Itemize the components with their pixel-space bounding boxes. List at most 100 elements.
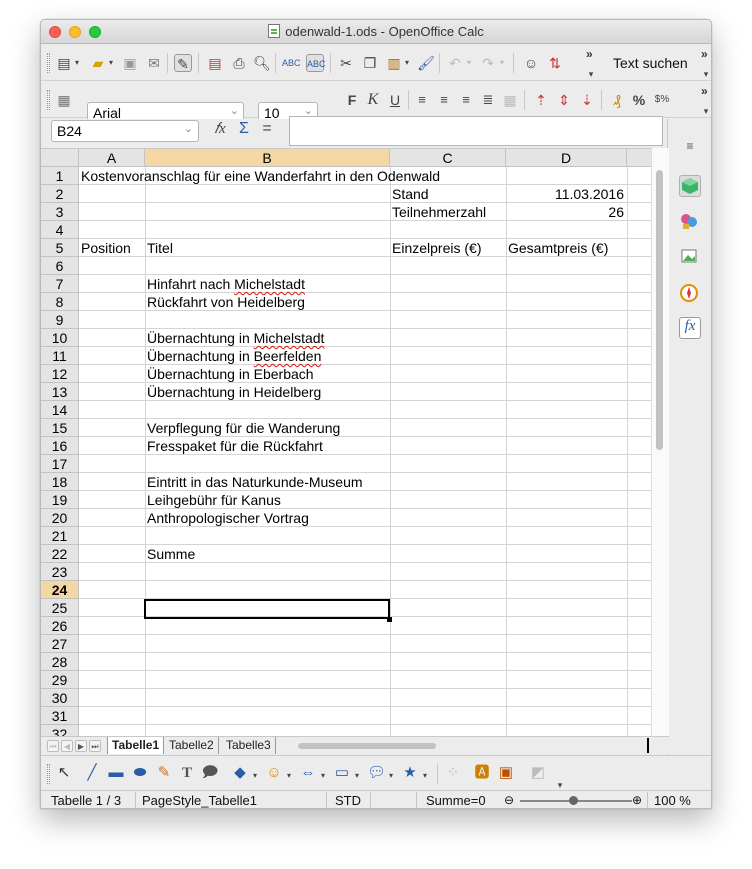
cell-b8[interactable]: Rückfahrt von Heidelberg xyxy=(146,293,305,311)
zoom-slider-thumb[interactable] xyxy=(569,796,578,805)
function-wizard-icon[interactable]: 𝑓x xyxy=(211,120,229,138)
align-left-icon[interactable]: ≡ xyxy=(413,91,431,109)
auto-spellcheck-icon[interactable]: ABC xyxy=(306,54,326,72)
sidebar-menu-icon[interactable]: ≡ xyxy=(679,139,701,161)
find-toolbar-chevron[interactable]: » xyxy=(701,47,708,61)
redo-dropdown-arrow[interactable]: ▾ xyxy=(498,57,506,69)
freeform-icon[interactable]: ✎ xyxy=(155,764,173,782)
number-format-icon[interactable]: $% xyxy=(653,91,671,109)
horizontal-scroll-thumb[interactable] xyxy=(298,743,436,749)
points-icon[interactable]: ⁘ xyxy=(444,764,462,782)
fill-handle[interactable] xyxy=(387,617,392,622)
merge-cells-icon[interactable]: ▦ xyxy=(501,91,519,109)
find-text-field[interactable]: Text suchen xyxy=(613,55,688,71)
gallery-icon[interactable] xyxy=(679,247,701,269)
horizontal-scrollbar[interactable] xyxy=(296,741,646,751)
cell-d2[interactable]: 11.03.2016 xyxy=(507,185,626,203)
zoom-in-icon[interactable]: ⊕ xyxy=(632,793,642,807)
more-tools-chevron[interactable]: » xyxy=(586,47,593,61)
bold-button[interactable]: F xyxy=(343,91,361,109)
properties-icon[interactable] xyxy=(679,175,701,197)
row-header[interactable]: 25 xyxy=(41,599,79,617)
format-toolbar-options-arrow[interactable]: ▾ xyxy=(697,102,711,120)
clone-formatting-icon[interactable]: 🖌︎ xyxy=(417,54,435,72)
cell-b11[interactable]: Übernachtung in Beerfelden xyxy=(146,347,321,365)
row-header[interactable]: 12 xyxy=(41,365,79,383)
sheet-tab-tabelle2[interactable]: Tabelle2 xyxy=(165,737,219,754)
cell-c3[interactable]: Teilnehmerzahl xyxy=(391,203,486,221)
copy-icon[interactable]: ❐ xyxy=(361,54,379,72)
toolbar-options-arrow[interactable]: ▾ xyxy=(582,65,600,83)
cell-b12[interactable]: Übernachtung in Eberbach xyxy=(146,365,314,383)
rectangle-icon[interactable]: ▬ xyxy=(107,764,125,782)
sum-icon[interactable]: Σ xyxy=(235,120,253,138)
cut-icon[interactable]: ✂ xyxy=(337,54,355,72)
formula-input[interactable] xyxy=(289,116,663,146)
row-header[interactable]: 19 xyxy=(41,491,79,509)
cell-b13[interactable]: Übernachtung in Heidelberg xyxy=(146,383,321,401)
block-arrows-dropdown-arrow[interactable]: ▾ xyxy=(319,770,327,782)
stars-dropdown-arrow[interactable]: ▾ xyxy=(421,770,429,782)
row-header[interactable]: 13 xyxy=(41,383,79,401)
row-header[interactable]: 3 xyxy=(41,203,79,221)
callout-icon[interactable]: 🗩︎ xyxy=(201,764,219,782)
previous-sheet-button[interactable]: ◀ xyxy=(61,740,73,752)
fontwork-icon[interactable]: 🅰︎ xyxy=(473,764,491,782)
percent-format-button[interactable]: % xyxy=(630,91,648,109)
column-header-c[interactable]: C xyxy=(390,149,506,167)
align-center-icon[interactable]: ≡ xyxy=(435,91,453,109)
spreadsheet-grid[interactable]: A B C D 1 2 3 4 5 6 7 8 9 10 11 12 13 14 15 16 17 18 19 20 2… xyxy=(41,148,651,738)
cell-d5[interactable]: Gesamtpreis (€) xyxy=(507,239,608,257)
row-header[interactable]: 5 xyxy=(41,239,79,257)
new-document-icon[interactable]: ▤ xyxy=(55,54,73,72)
save-icon[interactable]: ▣ xyxy=(121,54,139,72)
sheet-position-status[interactable]: Tabelle 1 / 3 xyxy=(51,793,121,808)
row-header[interactable]: 1 xyxy=(41,167,79,185)
vertical-scrollbar[interactable] xyxy=(651,148,669,738)
functions-icon[interactable]: fx xyxy=(679,317,701,339)
align-top-icon[interactable]: ⇡ xyxy=(532,91,550,109)
line-icon[interactable]: ╱ xyxy=(83,764,101,782)
find-toolbar-options-arrow[interactable]: ▾ xyxy=(697,65,711,83)
row-header[interactable]: 11 xyxy=(41,347,79,365)
styles-formatting-icon[interactable] xyxy=(679,211,701,233)
undo-icon[interactable]: ↶ xyxy=(446,54,464,72)
text-icon[interactable]: T xyxy=(178,764,196,782)
styles-icon[interactable]: ▦ xyxy=(55,91,73,109)
basic-shapes-icon[interactable]: ◆ xyxy=(231,764,249,782)
cell-c5[interactable]: Einzelpreis (€) xyxy=(391,239,481,257)
flowchart-dropdown-arrow[interactable]: ▾ xyxy=(353,770,361,782)
select-pointer-icon[interactable]: ↖ xyxy=(55,764,73,782)
page-preview-icon[interactable]: 🔍︎ xyxy=(253,54,271,72)
column-header-e[interactable] xyxy=(627,149,651,167)
stars-icon[interactable]: ★ xyxy=(401,764,419,782)
symbol-shapes-icon[interactable]: ☺ xyxy=(265,764,283,782)
zoom-out-icon[interactable]: ⊖ xyxy=(504,793,514,807)
formula-equals-icon[interactable]: = xyxy=(258,120,276,138)
row-header[interactable]: 17 xyxy=(41,455,79,473)
row-header[interactable]: 31 xyxy=(41,707,79,725)
scrollbar-splitter[interactable] xyxy=(647,738,649,753)
row-header[interactable]: 23 xyxy=(41,563,79,581)
toolbar-grip[interactable] xyxy=(47,90,50,110)
navigator-icon[interactable]: ☺ xyxy=(522,54,540,72)
redo-icon[interactable]: ↷ xyxy=(479,54,497,72)
column-header-d[interactable]: D xyxy=(506,149,627,167)
spellcheck-icon[interactable]: ABC xyxy=(282,54,301,72)
toolbar-grip[interactable] xyxy=(47,764,50,784)
chevron-down-icon[interactable]: ⌄ xyxy=(230,104,239,117)
active-cell-cursor[interactable] xyxy=(144,599,390,619)
row-header[interactable]: 16 xyxy=(41,437,79,455)
symbol-shapes-dropdown-arrow[interactable]: ▾ xyxy=(285,770,293,782)
name-box[interactable]: B24 ⌄ xyxy=(51,120,199,142)
email-icon[interactable]: ✉ xyxy=(145,54,163,72)
vertical-scroll-thumb[interactable] xyxy=(656,170,663,450)
align-bottom-icon[interactable]: ⇣ xyxy=(578,91,596,109)
page-style-status[interactable]: PageStyle_Tabelle1 xyxy=(142,793,257,808)
row-header[interactable]: 27 xyxy=(41,635,79,653)
callouts-dropdown-arrow[interactable]: ▾ xyxy=(387,770,395,782)
row-header[interactable]: 28 xyxy=(41,653,79,671)
paste-dropdown-arrow[interactable]: ▾ xyxy=(403,57,411,69)
selection-mode-status[interactable]: STD xyxy=(335,793,361,808)
row-header[interactable]: 10 xyxy=(41,329,79,347)
